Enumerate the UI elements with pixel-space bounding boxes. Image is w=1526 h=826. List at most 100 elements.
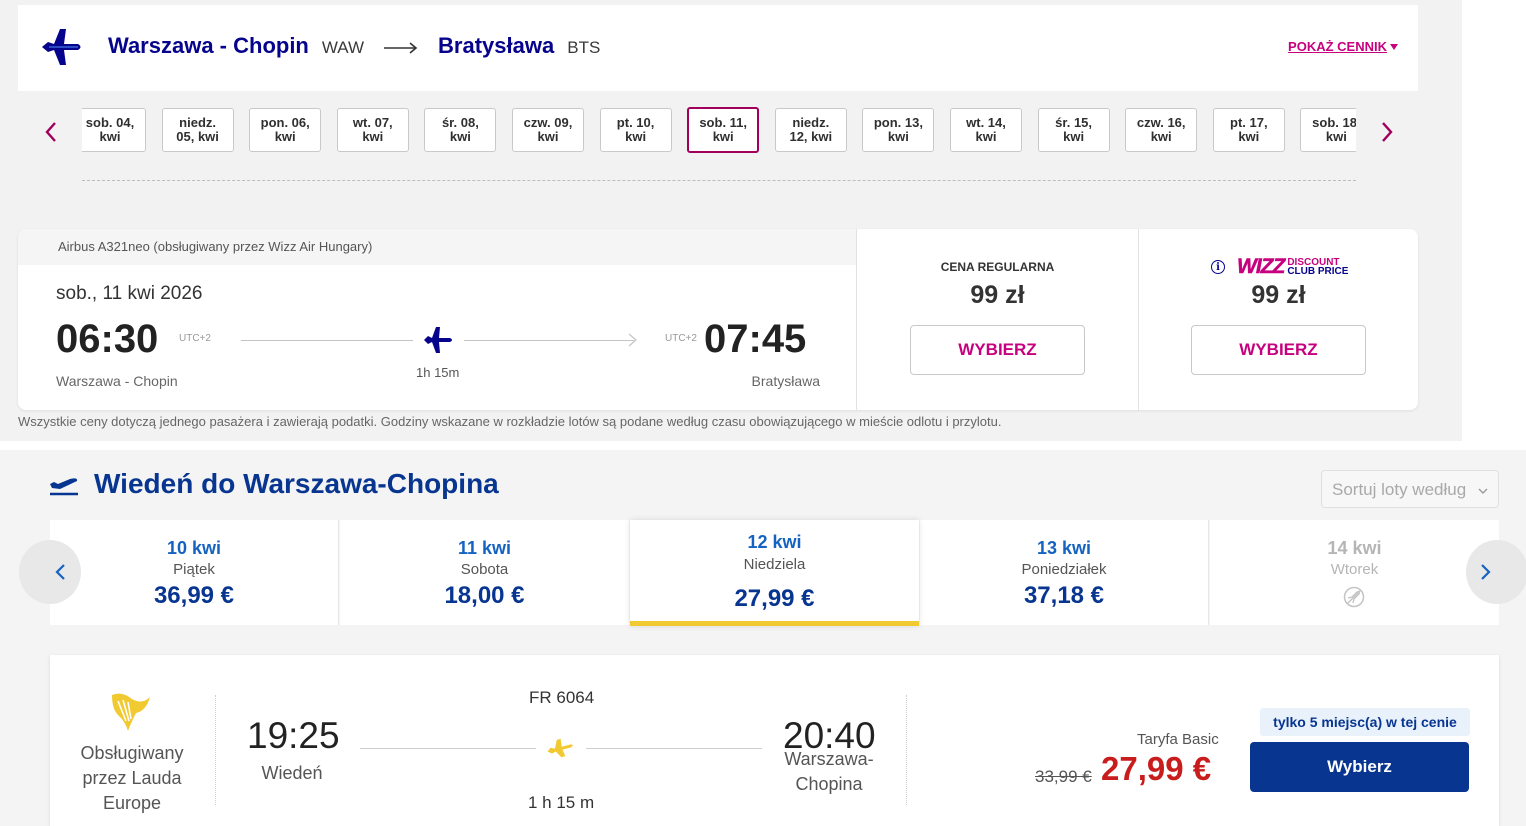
date-tab[interactable]: pon. 13, kwi [862,108,935,152]
date-tab[interactable]: pon. 06, kwi [249,108,322,152]
old-price: 33,99 € [1035,767,1092,786]
wizz-panel: Warszawa - Chopin WAW Bratysława BTS POK… [0,0,1462,441]
discount-club-line2: CLUB PRICE [1287,266,1349,277]
date-tab-line: kwi [449,129,471,144]
date-tab-line: kwi [975,129,997,144]
date-tab[interactable]: sob. 18, kwi [1300,108,1356,152]
takeoff-icon [50,478,78,496]
fare-date-day: 10 kwi [166,538,222,558]
date-tab-line: 12, kwi [789,129,833,144]
date-tab-line: wt. 14, [966,115,1006,130]
date-tab-line: pt. 10, [616,115,655,130]
prev-dates-button[interactable] [19,540,81,604]
selected-indicator [630,621,919,626]
fare-date-price: 37,18 € [1023,582,1105,609]
arrival-city-line: Chopina [795,774,863,794]
date-tab-line: śr. 15, [1055,115,1093,130]
sort-dropdown[interactable]: Sortuj loty według [1321,470,1499,508]
date-tab-line: kwi [1238,129,1260,144]
date-tab-label: czw. 16, kwi [1126,116,1196,144]
date-tab-label: czw. 09, kwi [513,116,583,144]
date-tab-line: 05, kwi [176,129,219,144]
date-tab-line: kwi [1063,129,1085,144]
fare-date-day: 12 kwi [747,532,802,552]
fare-date-price: 18,00 € [444,582,525,609]
date-tab-line: kwi [887,129,909,144]
operator-line: Obsługiwany [80,743,184,763]
date-tab-line: pon. 13, [873,115,923,130]
chevron-left-icon[interactable] [44,120,58,144]
next-dates-button[interactable] [1466,540,1526,604]
date-tab-line: czw. 09, [523,115,573,130]
chevron-left-icon [55,564,65,580]
date-tab-line: wt. 07, [352,115,393,130]
fare-date-tab[interactable]: 12 kwi Niedziela 27,99 € [630,520,919,626]
flight-card[interactable]: Obsługiwany przez Lauda Europe FR 6064 1… [50,655,1499,826]
fare-date-tab[interactable]: 10 kwi Piątek 36,99 € [50,520,339,625]
date-tab[interactable]: pt. 10, kwi [599,108,672,152]
date-tab-line: kwi [362,129,384,144]
date-tab[interactable]: wt. 14, kwi [950,108,1022,152]
date-tab-line: pon. 06, [260,115,310,130]
date-tab[interactable]: czw. 16, kwi [1125,108,1198,152]
select-flight-button[interactable]: Wybierz [1250,742,1469,792]
chevron-down-icon [1390,44,1398,50]
wizz-route-header: Warszawa - Chopin WAW Bratysława BTS POK… [18,5,1418,91]
aircraft-info: Airbus A321neo (obsługiwany przez Wizz A… [58,239,373,254]
fare-date-day: 14 kwi [1327,538,1382,558]
wizz-logo: WIZZ [1237,255,1286,279]
fare-date-price: 36,99 € [153,582,235,609]
date-tab-line: sob. 18, [1312,115,1356,130]
date-tab[interactable]: niedz. 12, kwi [774,108,847,152]
operator-line: Europe [102,793,162,813]
arrival-city: Bratysława [751,373,820,389]
fare-date-weekday: Wtorek [1330,561,1379,578]
select-club-button[interactable]: WYBIERZ [1191,325,1366,375]
date-tab[interactable]: czw. 09, kwi [512,108,584,152]
date-tab-label: śr. 08, kwi [425,116,495,144]
sort-label: Sortuj loty według [1332,480,1467,499]
date-tab-line: kwi [1325,129,1347,144]
arrival-time: 07:45 [704,317,807,361]
operator-info: Obsługiwany przez Lauda Europe [70,741,194,816]
fare-date-weekday: Piątek [173,561,215,578]
operator-line: przez Lauda [82,768,182,788]
chevron-right-icon[interactable] [1380,120,1394,144]
plane-icon [424,327,452,353]
date-tab-label: sob. 04, kwi [82,116,145,144]
fare-date-tab[interactable]: 14 kwi Wtorek [1210,520,1499,625]
date-tab-label: sob. 18, kwi [1301,116,1356,144]
date-tab[interactable]: śr. 08, kwi [424,108,497,152]
fare-date-tab[interactable]: 13 kwi Poniedziałek 37,18 € [920,520,1209,625]
date-tab-line: niedz. [179,115,217,130]
ryanair-harp-logo [112,693,150,731]
departure-utc: UTC+2 [179,333,211,344]
fare-date-weekday: Niedziela [743,556,806,573]
fare-date-day: 11 kwi [457,538,512,558]
date-tab[interactable]: pt. 17, kwi [1212,108,1285,152]
departure-city: Warszawa - Chopin [56,373,178,389]
fare-date-tab[interactable]: 11 kwi Sobota 18,00 € [340,520,629,625]
date-tab[interactable]: sob. 04, kwi [82,108,146,152]
info-icon[interactable]: i [1211,260,1225,274]
date-tab-line: kwi [712,129,734,144]
date-tab[interactable]: wt. 07, kwi [336,108,409,152]
ryanair-panel: Wiedeń do Warszawa-Chopina Sortuj loty w… [0,450,1526,826]
date-tab[interactable]: śr. 15, kwi [1037,108,1110,152]
arrow-right-icon [628,333,637,347]
divider [82,180,1356,181]
discount-club-logo: i WIZZ DISCOUNT CLUB PRICE [1211,255,1348,279]
date-tab-line: kwi [274,129,296,144]
flight-number: FR 6064 [529,688,595,707]
select-regular-button[interactable]: WYBIERZ [910,325,1085,375]
date-tab-line: pt. 17, [1230,115,1268,130]
date-tab[interactable]: sob. 11, kwi [687,107,760,153]
regular-price-title: CENA REGULARNA [940,260,1055,274]
date-tab[interactable]: niedz. 05, kwi [161,108,234,152]
date-tab-label: niedz. 12, kwi [776,116,846,144]
show-price-list-link[interactable]: POKAŻ CENNIK [1288,39,1398,54]
origin-city: Warszawa - Chopin [108,33,309,58]
aircraft-bar: Airbus A321neo (obsługiwany przez Wizz A… [18,229,856,265]
plane-icon [42,29,81,65]
departure-time: 06:30 [56,317,159,361]
